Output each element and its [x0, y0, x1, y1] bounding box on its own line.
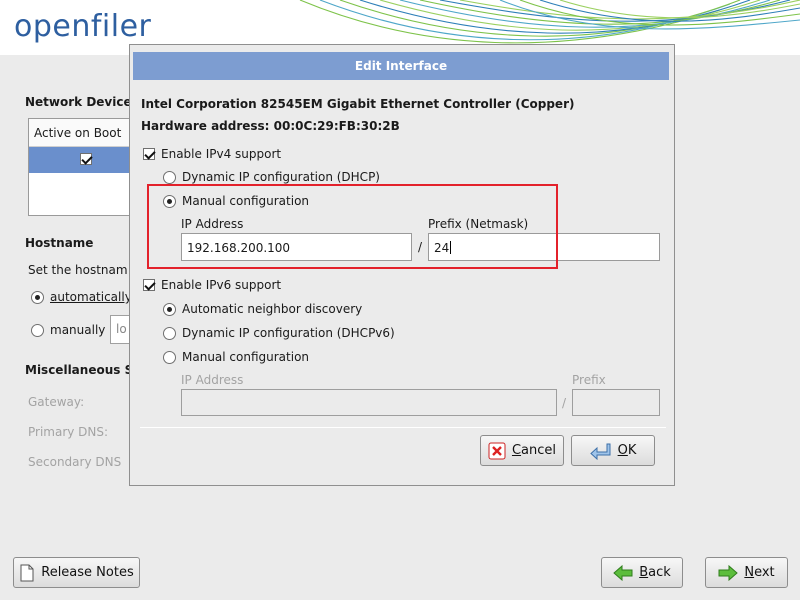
hostname-manual-option[interactable]: manually: [31, 323, 105, 337]
enable-ipv6-label: Enable IPv6 support: [161, 278, 282, 292]
enable-ipv4-checkbox[interactable]: [143, 148, 155, 160]
next-label: Next: [744, 565, 775, 580]
hostname-automatic-label: automatically: [50, 290, 132, 304]
ipv6-dhcp-option[interactable]: Dynamic IP configuration (DHCPv6): [163, 326, 395, 340]
ok-label: OK: [617, 443, 637, 458]
enable-ipv4-option[interactable]: Enable IPv4 support: [143, 147, 281, 161]
ipv6-manual-option[interactable]: Manual configuration: [163, 350, 309, 364]
device-name: Intel Corporation 82545EM Gigabit Ethern…: [141, 97, 575, 111]
ipv6-prefix-label: Prefix: [572, 373, 606, 387]
next-button[interactable]: Next: [705, 557, 788, 588]
hostname-automatic-option[interactable]: automatically: [31, 290, 132, 304]
ipv4-dhcp-option[interactable]: Dynamic IP configuration (DHCP): [163, 170, 380, 184]
release-notes-label: Release Notes: [41, 565, 134, 580]
misc-heading: Miscellaneous S: [25, 363, 134, 377]
ipv6-ip-address-label: IP Address: [181, 373, 244, 387]
dialog-separator: [140, 427, 666, 428]
enable-ipv6-option[interactable]: Enable IPv6 support: [143, 278, 281, 292]
hostname-heading: Hostname: [25, 236, 94, 250]
enable-ipv6-checkbox[interactable]: [143, 279, 155, 291]
back-label: Back: [639, 565, 671, 580]
cancel-label: Cancel: [511, 443, 557, 458]
primary-dns-label: Primary DNS:: [28, 425, 109, 439]
annotation-highlight-box: [147, 184, 558, 269]
hostname-manual-radio[interactable]: [31, 323, 44, 337]
green-left-arrow-icon: [613, 564, 633, 581]
active-on-boot-checkbox[interactable]: [80, 153, 92, 165]
gateway-label: Gateway:: [28, 395, 85, 409]
red-x-icon: [488, 442, 506, 459]
enable-ipv4-label: Enable IPv4 support: [161, 147, 282, 161]
back-button[interactable]: Back: [601, 557, 683, 588]
network-devices-heading: Network Devices: [25, 95, 139, 109]
edit-interface-dialog: Edit Interface Intel Corporation 82545EM…: [129, 44, 675, 486]
ipv6-auto-option[interactable]: Automatic neighbor discovery: [163, 302, 362, 316]
hostname-manual-label: manually: [50, 323, 106, 337]
ipv4-dhcp-label: Dynamic IP configuration (DHCP): [182, 170, 380, 184]
column-header-active-on-boot: Active on Boot: [29, 119, 129, 147]
hostname-description: Set the hostnam: [28, 263, 128, 277]
enter-arrow-icon: [589, 443, 611, 460]
cancel-button[interactable]: Cancel: [480, 435, 564, 466]
ipv6-manual-label: Manual configuration: [182, 350, 310, 364]
document-icon: [20, 564, 34, 581]
green-right-arrow-icon: [718, 564, 739, 581]
ipv4-dhcp-radio[interactable]: [163, 170, 176, 184]
hostname-automatic-radio[interactable]: [31, 290, 44, 304]
ok-button[interactable]: OK: [571, 435, 655, 466]
release-notes-button[interactable]: Release Notes: [13, 557, 140, 588]
secondary-dns-label: Secondary DNS: [28, 455, 122, 469]
hardware-address: Hardware address: 00:0C:29:FB:30:2B: [141, 119, 400, 133]
ipv6-auto-label: Automatic neighbor discovery: [182, 302, 363, 316]
dialog-title: Edit Interface: [133, 52, 669, 80]
ipv6-manual-radio[interactable]: [163, 350, 176, 364]
ipv6-dhcp-label: Dynamic IP configuration (DHCPv6): [182, 326, 395, 340]
ipv6-dhcp-radio[interactable]: [163, 326, 176, 340]
ipv6-prefix-input[interactable]: [572, 389, 660, 416]
table-row[interactable]: [29, 147, 129, 173]
ipv6-slash: /: [562, 396, 567, 410]
ipv6-ip-address-input[interactable]: [181, 389, 557, 416]
ipv6-auto-radio[interactable]: [163, 302, 176, 316]
network-devices-table[interactable]: Active on Boot: [28, 118, 130, 216]
